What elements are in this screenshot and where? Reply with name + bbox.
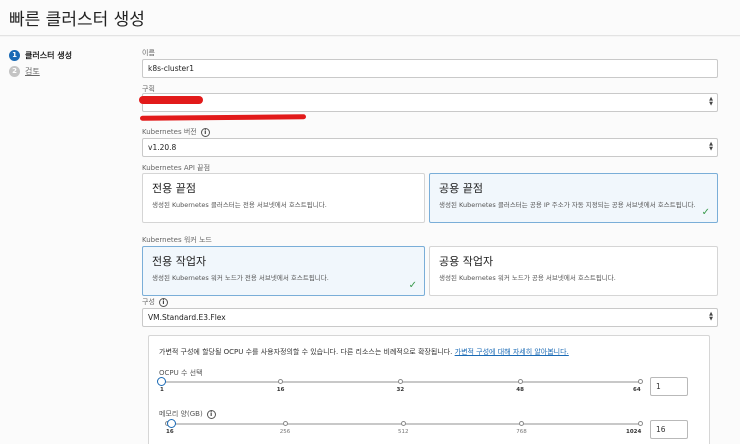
memory-slider-thumb[interactable] <box>167 419 177 428</box>
ocpu-tick <box>517 379 523 384</box>
ocpu-tick <box>637 379 643 384</box>
redaction-mark <box>139 114 307 121</box>
card-title: 공용 작업자 <box>439 255 494 268</box>
memory-label: 메모리 양(GB) i <box>159 409 216 419</box>
shape-label: 구성 i <box>142 297 168 307</box>
memory-tick-label: 16 <box>166 429 174 435</box>
card-title: 전용 작업자 <box>152 255 207 268</box>
ocpu-tick-label: 64 <box>633 387 641 393</box>
select-arrows-icon: ▲ ▼ <box>709 141 713 152</box>
card-title: 공용 끝점 <box>439 182 483 195</box>
ocpu-tick-label: 32 <box>396 387 405 393</box>
ocpu-tick-label: 16 <box>276 387 285 393</box>
ocpu-tick-label: 1 <box>160 387 164 393</box>
card-description: 생성된 Kubernetes 클러스터는 전용 서브넷에서 호스트됩니다. <box>152 201 327 209</box>
card-title: 전용 끝점 <box>152 182 196 195</box>
step-label: 클러스터 생성 <box>25 50 72 60</box>
compartment-select[interactable]: ▲ ▼ <box>142 93 718 112</box>
memory-tick <box>637 421 643 426</box>
wizard-steps: 1 클러스터 생성 2 검토 <box>9 47 72 79</box>
ocpu-tick <box>278 379 284 384</box>
ocpu-label: OCPU 수 선택 <box>159 369 203 377</box>
page-title: 빠른 클러스터 생성 <box>9 10 145 30</box>
page-header: 빠른 클러스터 생성 <box>0 0 740 36</box>
memory-input[interactable]: 16 <box>650 420 688 439</box>
memory-tick-label: 1024 <box>626 429 642 435</box>
info-icon[interactable]: i <box>158 297 168 307</box>
memory-slider[interactable] <box>164 419 643 428</box>
redaction-mark <box>139 96 203 104</box>
private-endpoint-card[interactable]: 전용 끝점 생성된 Kubernetes 클러스터는 전용 서브넷에서 호스트됩… <box>142 173 425 223</box>
memory-tick-label: 768 <box>516 429 527 435</box>
card-description: 생성된 Kubernetes 워커 노드가 공용 서브넷에서 호스트됩니다. <box>439 274 616 282</box>
private-workers-card[interactable]: 전용 작업자 생성된 Kubernetes 워커 노드가 전용 서브넷에서 호스… <box>142 246 425 296</box>
ocpu-tick-label: 48 <box>516 387 524 393</box>
k8s-version-select[interactable]: v1.20.8 ▲ ▼ <box>142 138 718 157</box>
info-icon[interactable]: i <box>206 409 216 419</box>
select-arrows-icon: ▲ ▼ <box>709 96 713 107</box>
step-number: 2 <box>9 65 20 77</box>
card-description: 생성된 Kubernetes 클러스터는 공용 IP 주소가 자동 지정되는 공… <box>439 201 696 209</box>
memory-tick-label: 512 <box>398 429 409 435</box>
step-label: 검토 <box>25 66 40 76</box>
k8s-version-label: Kubernetes 버전 i <box>142 127 210 137</box>
ocpu-tick <box>398 379 403 384</box>
name-input[interactable]: k8s-cluster1 <box>142 59 718 78</box>
step-number: 1 <box>9 49 20 61</box>
public-endpoint-card[interactable]: 공용 끝점 생성된 Kubernetes 클러스터는 공용 IP 주소가 자동 … <box>429 173 718 223</box>
card-description: 생성된 Kubernetes 워커 노드가 전용 서브넷에서 호스트됩니다. <box>152 274 329 282</box>
name-label: 이름 <box>142 49 155 57</box>
check-icon: ✓ <box>701 207 710 218</box>
flex-shape-panel: 가변적 구성에 할당될 OCPU 수를 사용자정의할 수 있습니다. 다른 리소… <box>148 335 710 444</box>
memory-tick-label: 256 <box>279 429 291 435</box>
step-review[interactable]: 2 검토 <box>9 63 72 79</box>
ocpu-slider-thumb[interactable] <box>156 377 166 386</box>
worker-nodes-label: Kubernetes 워커 노드 <box>142 236 212 244</box>
api-endpoint-label: Kubernetes API 끝점 <box>142 164 211 172</box>
flex-description: 가변적 구성에 할당될 OCPU 수를 사용자정의할 수 있습니다. 다른 리소… <box>159 348 569 356</box>
select-arrows-icon: ▲ ▼ <box>709 311 713 322</box>
shape-select[interactable]: VM.Standard.E3.Flex ▲ ▼ <box>142 308 718 327</box>
learn-more-link[interactable]: 가변적 구성에 대해 자세히 알아봅니다. <box>455 348 569 356</box>
memory-tick <box>519 421 525 426</box>
memory-tick <box>401 421 406 426</box>
check-icon: ✓ <box>408 280 417 291</box>
memory-tick <box>282 421 288 426</box>
step-create-cluster[interactable]: 1 클러스터 생성 <box>9 47 72 63</box>
info-icon[interactable]: i <box>200 127 210 137</box>
main-content: 1 클러스터 생성 2 검토 이름 k8s-cluster1 구획 ▲ ▼ Kub… <box>0 37 740 444</box>
public-workers-card[interactable]: 공용 작업자 생성된 Kubernetes 워커 노드가 공용 서브넷에서 호스… <box>429 246 718 296</box>
ocpu-input[interactable]: 1 <box>650 377 688 396</box>
ocpu-slider[interactable] <box>156 377 643 386</box>
